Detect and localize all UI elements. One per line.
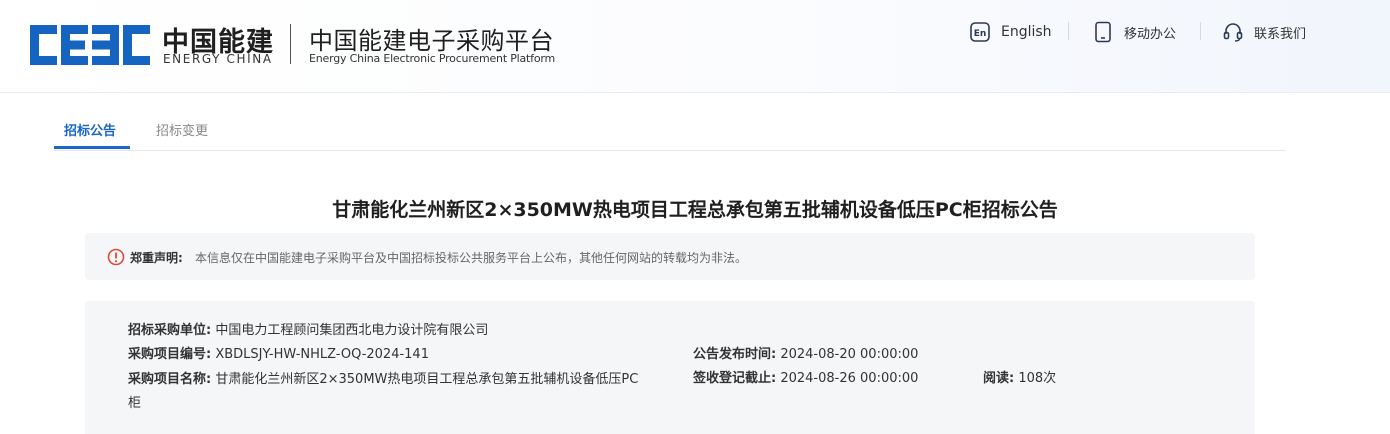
contact-us-link[interactable]: 联系我们	[1222, 20, 1306, 44]
disclaimer-notice: 郑重声明: 本信息仅在中国能建电子采购平台及中国招标投标公共服务平台上公布，其他…	[85, 233, 1255, 280]
code-value: XBDLSJY-HW-NHLZ-OQ-2024-141	[215, 347, 429, 362]
mobile-office-label: 移动办公	[1124, 26, 1177, 42]
publish-time-value: 2024-08-20 00:00:00	[780, 347, 919, 362]
toolbar-divider	[1068, 22, 1069, 40]
procurement-info-panel: 招标采购单位: 中国电力工程顾问集团西北电力设计院有限公司 采购项目编号: XB…	[85, 301, 1255, 434]
brand-name-en: ENERGY CHINA	[163, 52, 273, 66]
ceec-logo-icon[interactable]	[30, 25, 150, 65]
active-tab-indicator	[54, 146, 130, 149]
tab-bid-change[interactable]: 招标变更	[156, 120, 208, 139]
tab-bar: 招标公告 招标变更	[54, 110, 1286, 151]
code-label: 采购项目编号:	[128, 347, 212, 362]
headset-icon	[1223, 23, 1243, 42]
contact-us-label: 联系我们	[1254, 26, 1307, 42]
project-name-label: 采购项目名称:	[128, 372, 212, 387]
english-label: English	[1001, 24, 1052, 40]
svg-text:En: En	[974, 29, 987, 39]
alert-circle-icon	[107, 248, 125, 266]
info-publish-row: 公告发布时间: 2024-08-20 00:00:00	[693, 343, 918, 362]
reads-label: 阅读:	[983, 371, 1015, 386]
logo-divider	[290, 24, 291, 64]
info-reads-row: 阅读: 108次	[983, 367, 1056, 386]
info-deadline-row: 签收登记截止: 2024-08-26 00:00:00	[693, 367, 918, 386]
info-unit-row: 招标采购单位: 中国电力工程顾问集团西北电力设计院有限公司	[128, 319, 488, 338]
publish-time-label: 公告发布时间:	[693, 347, 777, 362]
info-code-row: 采购项目编号: XBDLSJY-HW-NHLZ-OQ-2024-141	[128, 343, 429, 362]
mobile-office-link[interactable]: 移动办公	[1092, 20, 1176, 44]
site-header: 中国能建 ENERGY CHINA 中国能建电子采购平台 Energy Chin…	[0, 0, 1390, 93]
tab-bid-announcement[interactable]: 招标公告	[64, 120, 116, 139]
notice-text: 本信息仅在中国能建电子采购平台及中国招标投标公共服务平台上公布，其他任何网站的转…	[195, 251, 748, 265]
deadline-label: 签收登记截止:	[693, 371, 777, 386]
unit-label: 招标采购单位:	[128, 323, 212, 338]
english-link[interactable]: En English	[969, 20, 1052, 44]
page-title: 甘肃能化兰州新区2×350MW热电项目工程总承包第五批辅机设备低压PC柜招标公告	[332, 199, 1058, 221]
info-name-row: 采购项目名称: 甘肃能化兰州新区2×350MW热电项目工程总承包第五批辅机设备低…	[128, 368, 648, 416]
reads-value: 108次	[1018, 371, 1057, 386]
platform-title-cn: 中国能建电子采购平台	[309, 27, 554, 55]
platform-title-en: Energy China Electronic Procurement Plat…	[309, 52, 556, 65]
mobile-phone-icon	[1095, 21, 1111, 43]
notice-label: 郑重声明:	[130, 251, 183, 265]
en-badge-icon: En	[970, 22, 990, 42]
unit-value: 中国电力工程顾问集团西北电力设计院有限公司	[215, 323, 489, 338]
toolbar-divider	[1200, 22, 1201, 40]
deadline-value: 2024-08-26 00:00:00	[780, 371, 919, 386]
